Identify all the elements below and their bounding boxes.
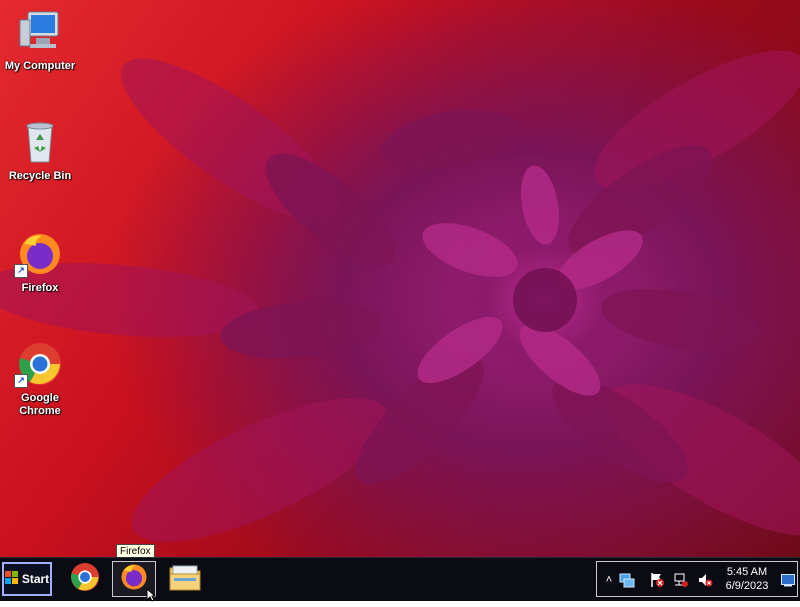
desktop-icon-google-chrome[interactable]: ↗ Google Chrome: [0, 340, 80, 418]
desktop: My Computer Recycle Bin ↗ Firefox ↗ Goog…: [0, 0, 800, 557]
firefox-icon: [119, 562, 149, 597]
start-label: Start: [21, 572, 50, 586]
taskbar-clock[interactable]: 5:45 AM 6/9/2023: [717, 565, 777, 593]
wallpaper-dahlia: [0, 50, 800, 542]
clock-time: 5:45 AM: [726, 566, 768, 578]
windows-logo-icon: [4, 570, 19, 588]
action-center-flag-icon[interactable]: [649, 572, 665, 588]
chrome-icon: ↗: [14, 340, 64, 388]
file-explorer-icon: [168, 562, 202, 597]
network-icon[interactable]: [619, 572, 635, 588]
system-tray: ˄ 5:45 AM 6/9/2023: [596, 561, 798, 597]
clock-date: 6/9/2023: [725, 580, 769, 592]
firefox-icon: ↗: [14, 230, 64, 278]
volume-muted-icon[interactable]: [697, 572, 713, 588]
taskbar-button-file-explorer[interactable]: [163, 561, 207, 597]
show-desktop-icon[interactable]: [781, 573, 797, 589]
desktop-icon-my-computer[interactable]: My Computer: [0, 8, 80, 73]
start-button[interactable]: Start: [2, 562, 52, 596]
taskbar: Start ˄ 5:45 AM 6/9/2023: [0, 557, 800, 602]
computer-icon: [16, 8, 64, 56]
shortcut-arrow-icon: ↗: [14, 374, 28, 388]
shortcut-arrow-icon: ↗: [14, 264, 28, 278]
recycle-bin-icon: [16, 118, 64, 166]
desktop-icon-recycle-bin[interactable]: Recycle Bin: [0, 118, 80, 183]
desktop-icon-label: My Computer: [4, 60, 76, 72]
chrome-icon: [69, 561, 101, 598]
desktop-icon-label: Google Chrome: [19, 392, 61, 417]
network-connection-icon[interactable]: [673, 572, 689, 588]
show-hidden-icons-chevron[interactable]: ˄: [601, 572, 617, 588]
mouse-cursor-icon: [146, 587, 157, 607]
taskbar-button-chrome[interactable]: [63, 561, 107, 597]
desktop-icon-firefox[interactable]: ↗ Firefox: [0, 230, 80, 295]
desktop-icon-label: Recycle Bin: [8, 170, 72, 182]
desktop-icon-label: Firefox: [21, 282, 59, 294]
